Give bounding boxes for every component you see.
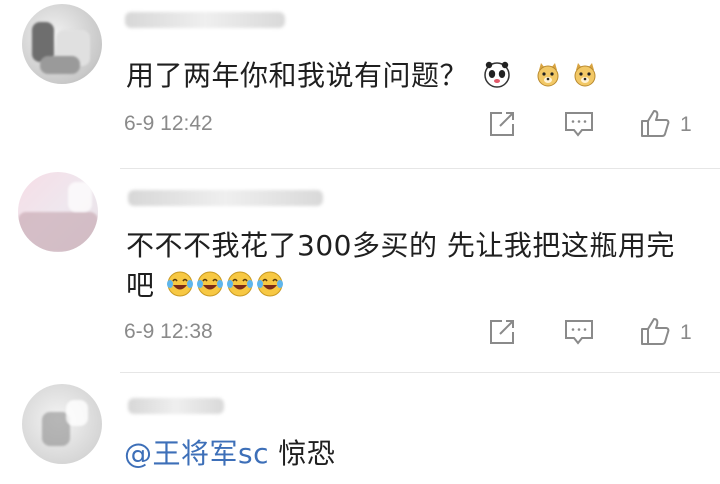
- laugh-cry-icon: [166, 270, 194, 305]
- comment-item: 不不不我花了300多买的 先让我把这瓶用完 吧 6-9 12:38 1: [0, 168, 720, 380]
- thumbs-up-icon: [640, 316, 670, 350]
- like-count: 1: [680, 321, 692, 344]
- comment-text: 不不不我花了300多买的 先让我把这瓶用完: [126, 224, 675, 264]
- share-button[interactable]: [488, 318, 516, 350]
- avatar[interactable]: [22, 4, 102, 84]
- comment-text: 用了两年你和我说有问题？: [126, 54, 598, 95]
- doge-face-icon: [535, 61, 561, 94]
- comment-icon: [564, 318, 594, 350]
- share-icon: [488, 318, 516, 350]
- username-blurred[interactable]: [125, 12, 285, 28]
- avatar[interactable]: [22, 384, 102, 464]
- comment-text: @王将军sc 惊恐: [124, 432, 335, 472]
- reply-button[interactable]: [564, 318, 594, 350]
- comment-item: 用了两年你和我说有问题？ 6-9 12:42 1: [0, 0, 720, 170]
- like-button[interactable]: 1: [640, 316, 692, 350]
- doge-face-icon: [572, 61, 598, 94]
- comment-body-line2: 吧: [126, 269, 155, 302]
- comment-timestamp: 6-9 12:38: [124, 320, 213, 343]
- username-blurred[interactable]: [128, 398, 224, 414]
- comment-body: 用了两年你和我说有问题？: [126, 59, 469, 92]
- like-button[interactable]: 1: [640, 108, 692, 142]
- mention-link[interactable]: @王将军sc: [124, 437, 269, 470]
- laugh-cry-icon: [256, 270, 284, 305]
- comment-item: @王将军sc 惊恐: [0, 372, 720, 484]
- panda-face-icon: [483, 60, 511, 95]
- like-count: 1: [680, 113, 692, 136]
- comment-icon: [564, 110, 594, 142]
- thumbs-up-icon: [640, 108, 670, 142]
- comment-timestamp: 6-9 12:42: [124, 112, 213, 135]
- comment-body-line1: 不不不我花了300多买的 先让我把这瓶用完: [126, 229, 675, 262]
- laugh-cry-icon: [226, 270, 254, 305]
- share-icon: [488, 110, 516, 142]
- laugh-cry-icon: [196, 270, 224, 305]
- username-blurred[interactable]: [128, 190, 323, 206]
- reply-button[interactable]: [564, 110, 594, 142]
- avatar[interactable]: [18, 172, 98, 252]
- share-button[interactable]: [488, 110, 516, 142]
- comment-body: 惊恐: [278, 437, 336, 470]
- comment-text-line2: 吧: [126, 264, 284, 305]
